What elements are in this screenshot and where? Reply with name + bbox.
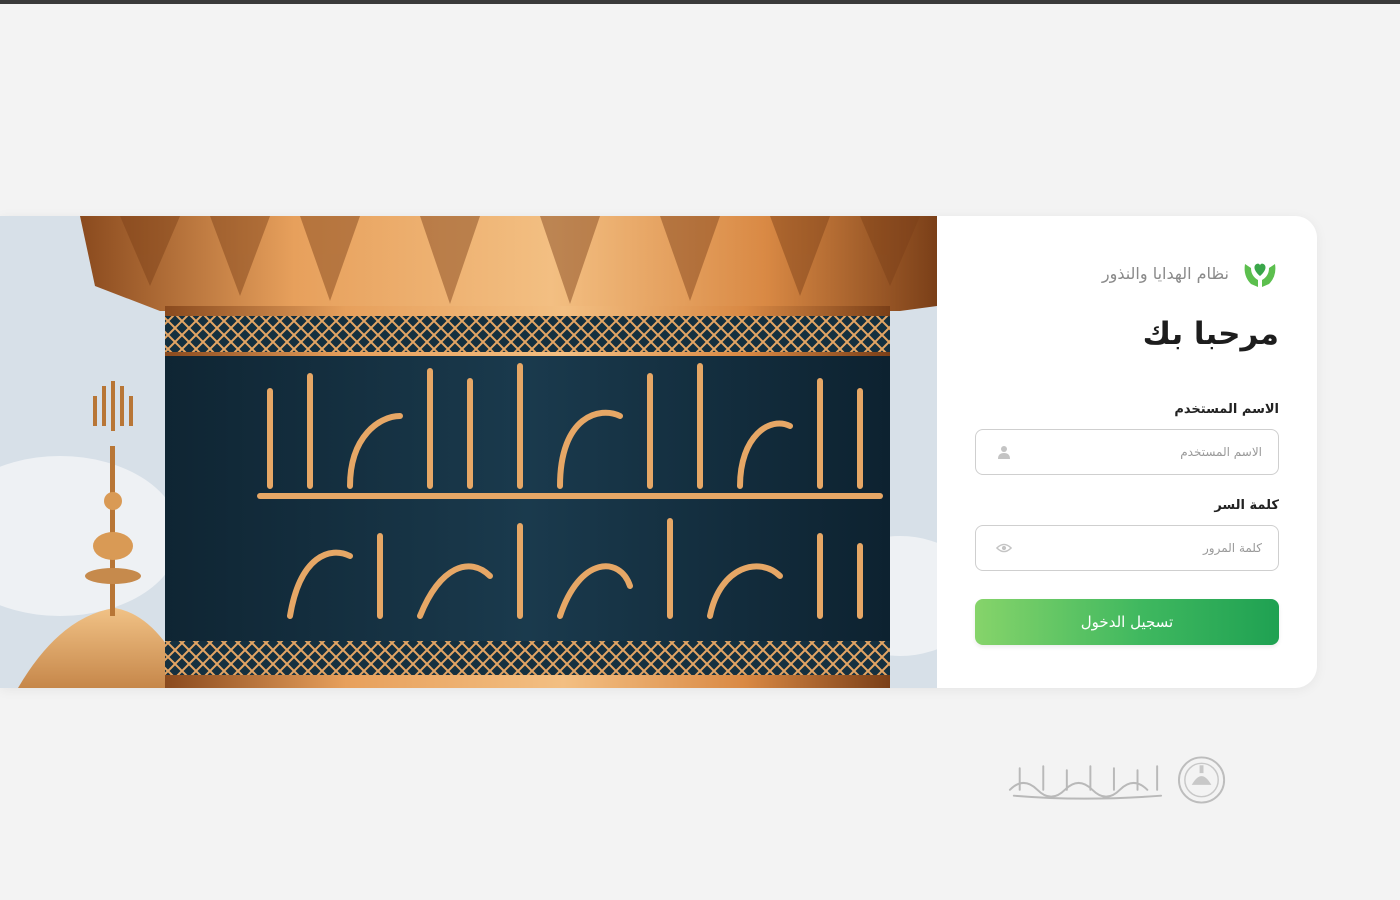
password-label: كلمة السر [1214, 498, 1279, 513]
welcome-heading: مرحبا بك [1142, 316, 1279, 352]
user-icon [996, 444, 1012, 460]
hero-image [0, 216, 937, 688]
username-field-wrapper [975, 429, 1279, 475]
username-label: الاسم المستخدم [1174, 402, 1279, 417]
eye-icon[interactable] [996, 540, 1012, 556]
seal-icon [1177, 756, 1226, 804]
top-bar [0, 0, 1400, 4]
institution-logo [1004, 752, 1226, 808]
brand: نظام الهدايا والنذور [1102, 256, 1279, 290]
username-input[interactable] [1012, 445, 1262, 459]
login-button[interactable]: تسجيل الدخول [975, 599, 1279, 645]
institution-calligraphy-logo [1008, 765, 1163, 800]
password-field-wrapper [975, 525, 1279, 571]
app-title: نظام الهدايا والنذور [1101, 263, 1229, 283]
login-form-panel: نظام الهدايا والنذور مرحبا بك الاسم المس… [937, 216, 1317, 688]
password-input[interactable] [1012, 541, 1262, 555]
hands-heart-icon [1244, 263, 1276, 287]
login-card: نظام الهدايا والنذور مرحبا بك الاسم المس… [0, 216, 1317, 688]
